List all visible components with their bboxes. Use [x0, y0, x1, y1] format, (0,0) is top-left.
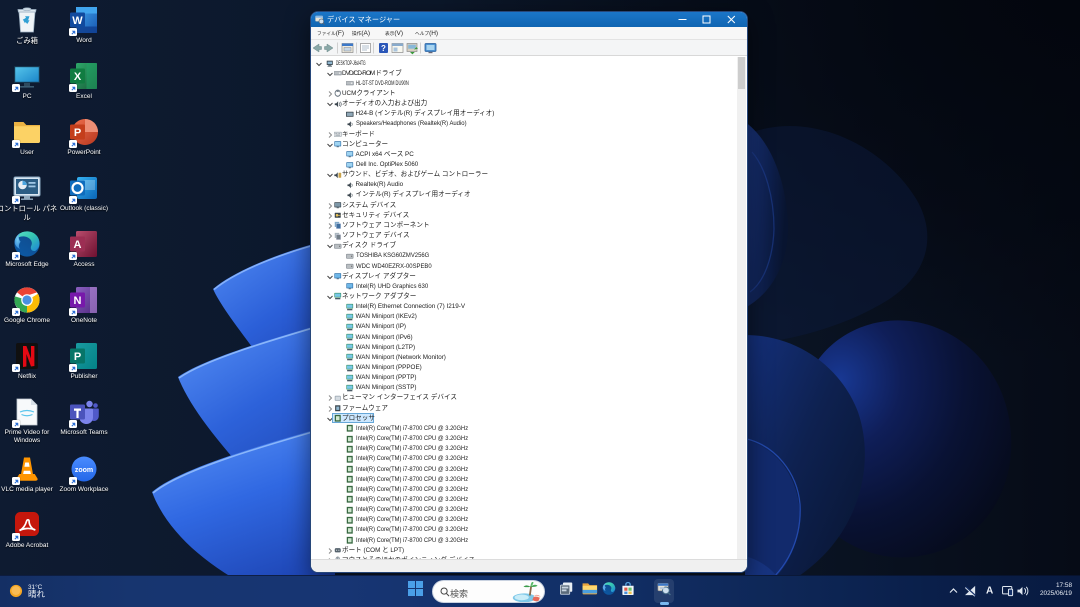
svg-text:P: P: [74, 351, 81, 363]
svg-text:?: ?: [381, 44, 386, 53]
svg-text:W: W: [72, 15, 83, 27]
svg-text:A: A: [74, 239, 82, 251]
svg-text:N: N: [74, 295, 82, 307]
svg-text:P: P: [74, 127, 81, 139]
svg-text:zoom: zoom: [75, 467, 93, 474]
svg-text:X: X: [74, 71, 82, 83]
